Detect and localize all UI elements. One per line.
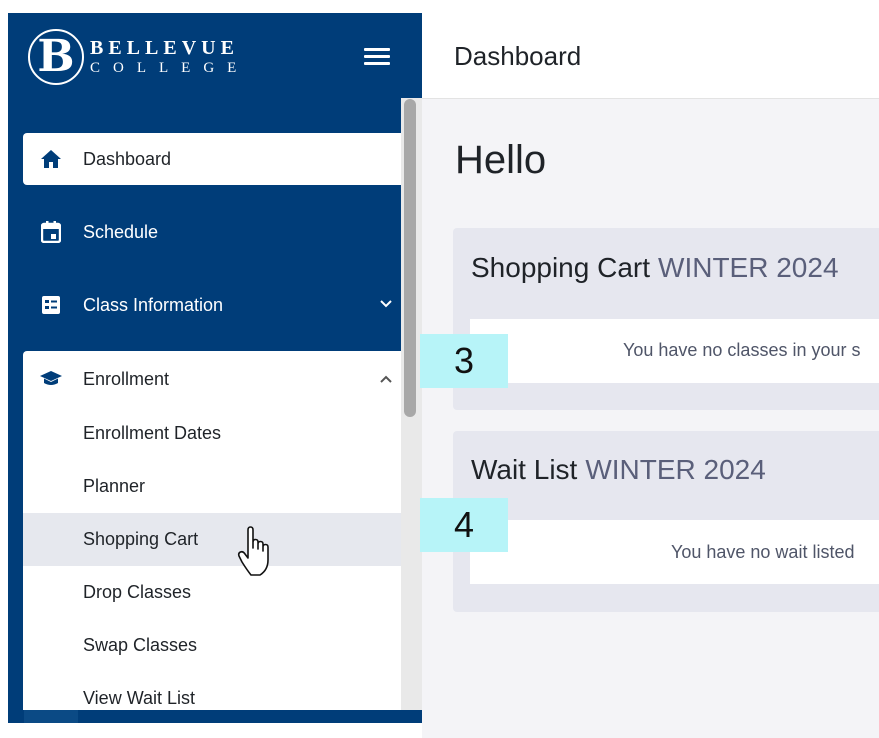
sidebar-item-enrollment[interactable]: Enrollment (23, 351, 407, 407)
sidebar-scrollbar-thumb[interactable] (404, 99, 416, 417)
hand-pointer-cursor-icon (237, 526, 269, 576)
enrollment-panel: Enrollment Enrollment Dates Planner Shop… (23, 351, 407, 723)
sidebar-item-dashboard[interactable]: Dashboard (23, 133, 407, 185)
shopping-cart-title: Shopping Cart (471, 252, 651, 283)
wait-list-term: WINTER 2024 (585, 454, 766, 485)
top-bar: Dashboard (422, 13, 879, 99)
wait-list-empty-message: You have no wait listed (470, 520, 879, 584)
shopping-cart-empty-message: You have no classes in your s (470, 319, 879, 383)
graduation-cap-icon (37, 367, 65, 391)
chevron-down-icon (380, 300, 392, 308)
sidebar-subitem-planner[interactable]: Planner (23, 460, 407, 513)
chevron-up-icon (380, 375, 392, 383)
list-details-icon (37, 293, 65, 317)
sidebar-item-label: Dashboard (83, 148, 172, 169)
sidebar-item-class-information[interactable]: Class Information (23, 279, 407, 331)
sidebar-item-label: Class Information (83, 294, 224, 315)
sidebar-subitem-shopping-cart[interactable]: Shopping Cart (23, 513, 407, 566)
shopping-cart-card: Shopping Cart WINTER 2024 You have no cla… (453, 228, 879, 410)
hamburger-menu-icon[interactable] (364, 43, 394, 69)
shopping-cart-term: WINTER 2024 (658, 252, 839, 283)
wait-list-title: Wait List (471, 454, 578, 485)
logo-line1: BELLEVUE (90, 37, 239, 59)
main-content (422, 99, 879, 738)
logo-line2: COLLEGE (90, 60, 250, 76)
sidebar-footer (8, 710, 422, 723)
home-icon (37, 147, 65, 171)
wait-list-card: Wait List WINTER 2024 You have no wait li… (453, 431, 879, 612)
sidebar-item-label: Enrollment (83, 368, 170, 389)
card-title: Wait List WINTER 2024 (471, 454, 766, 486)
sidebar: B BELLEVUE COLLEGE Dashboard Schedule Cl… (8, 13, 422, 723)
sidebar-subitem-enrollment-dates[interactable]: Enrollment Dates (23, 407, 407, 460)
annotation-badge-4: 4 (420, 498, 508, 552)
greeting-heading: Hello (455, 138, 547, 182)
sidebar-item-label: Schedule (83, 221, 159, 242)
logo-mark: B (28, 29, 84, 85)
page-title: Dashboard (454, 41, 582, 71)
annotation-badge-3: 3 (420, 334, 508, 388)
sidebar-subitem-swap-classes[interactable]: Swap Classes (23, 619, 407, 672)
bellevue-college-logo[interactable]: B BELLEVUE COLLEGE (28, 27, 358, 87)
sidebar-subitem-drop-classes[interactable]: Drop Classes (23, 566, 407, 619)
sidebar-item-schedule[interactable]: Schedule (23, 206, 407, 258)
calendar-icon (37, 220, 65, 244)
card-title: Shopping Cart WINTER 2024 (471, 252, 839, 284)
